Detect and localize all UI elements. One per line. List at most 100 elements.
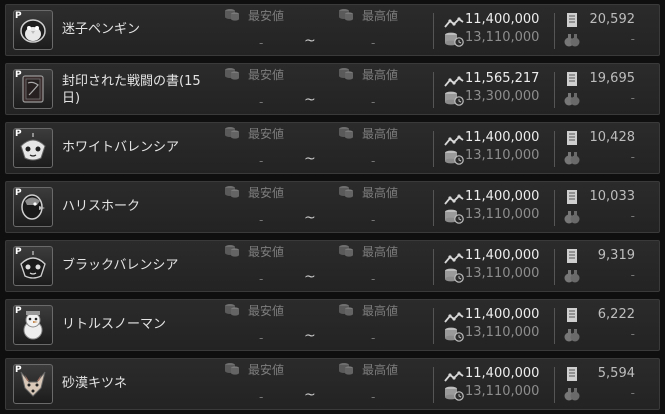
max-price-value: - (371, 331, 376, 345)
market-item-row[interactable]: P 封印された戦闘の書(15日) 最安値 - ~ 最高値 - 11,565,21… (5, 63, 660, 115)
average-price: 13,110,000 (465, 384, 540, 399)
sales-value: - (630, 268, 635, 282)
divider (554, 249, 555, 285)
listing-quantity: 10,033 (589, 189, 636, 204)
divider (433, 13, 434, 49)
coins-icon (224, 362, 240, 380)
coins-icon (338, 8, 354, 26)
coins-icon (224, 303, 240, 321)
average-price: 13,110,000 (465, 325, 540, 340)
min-price-header: 最安値 (224, 67, 284, 85)
min-price-value: - (259, 331, 264, 345)
max-price-header: 最高値 (338, 244, 398, 262)
scroll-icon (565, 189, 579, 209)
max-price-value: - (371, 213, 376, 227)
recent-price: 11,400,000 (465, 307, 540, 322)
listing-quantity: 20,592 (589, 12, 636, 27)
item-name: 迷子ペンギン (62, 22, 141, 37)
market-item-row[interactable]: P リトルスノーマン 最安値 - ~ 最高値 - 11,400,000 13,1… (5, 299, 660, 351)
max-price-value: - (371, 154, 376, 168)
market-item-row[interactable]: P ハリスホーク 最安値 - ~ 最高値 - 11,400,000 13,110… (5, 181, 660, 233)
coins-icon (224, 67, 240, 85)
divider (433, 131, 434, 167)
listing-quantity: 19,695 (589, 71, 636, 86)
divider (554, 190, 555, 226)
item-name: ブラックバレンシア (62, 258, 179, 273)
sales-value: - (630, 150, 635, 164)
divider (433, 72, 434, 108)
scroll-icon (565, 307, 579, 327)
min-price-header: 最安値 (224, 126, 284, 144)
recent-price: 11,400,000 (465, 366, 540, 381)
item-icon-frame: P (13, 364, 53, 404)
max-price-header: 最高値 (338, 185, 398, 203)
min-price-header: 最安値 (224, 303, 284, 321)
coins-icon (338, 185, 354, 203)
money-bag-icon (564, 150, 580, 169)
scroll-icon (565, 248, 579, 268)
coin-stack-clock-icon (444, 208, 464, 228)
sales-value: - (630, 91, 635, 105)
item-icon-frame: P (13, 187, 53, 227)
recent-price: 11,400,000 (465, 130, 540, 145)
item-icon-frame: P (13, 69, 53, 109)
max-price-header: 最高値 (338, 126, 398, 144)
coins-icon (338, 362, 354, 380)
item-icon-frame: P (13, 246, 53, 286)
recent-price: 11,400,000 (465, 248, 540, 263)
divider (554, 13, 555, 49)
divider (554, 131, 555, 167)
coins-icon (338, 303, 354, 321)
range-tilde: ~ (304, 210, 316, 226)
max-price-header: 最高値 (338, 8, 398, 26)
sales-value: - (630, 32, 635, 46)
divider (433, 190, 434, 226)
max-price-value: - (371, 390, 376, 404)
min-price-value: - (259, 36, 264, 50)
coins-icon (338, 126, 354, 144)
max-price-header: 最高値 (338, 362, 398, 380)
scroll-icon (565, 366, 579, 386)
recent-price: 11,565,217 (465, 71, 540, 86)
divider (433, 308, 434, 344)
range-tilde: ~ (304, 151, 316, 167)
scroll-icon (565, 130, 579, 150)
min-price-header: 最安値 (224, 185, 284, 203)
item-icon-frame: P (13, 10, 53, 50)
coins-icon (224, 185, 240, 203)
average-price: 13,110,000 (465, 30, 540, 45)
coin-stack-clock-icon (444, 31, 464, 51)
min-price-header: 最安値 (224, 8, 284, 26)
market-item-row[interactable]: P 砂漠キツネ 最安値 - ~ 最高値 - 11,400,000 13,110,… (5, 358, 660, 410)
divider (554, 72, 555, 108)
market-item-row[interactable]: P 迷子ペンギン 最安値 - ~ 最高値 - 11,400,000 13,110… (5, 4, 660, 56)
coins-icon (224, 126, 240, 144)
average-price: 13,300,000 (465, 89, 540, 104)
item-name: ハリスホーク (62, 199, 141, 214)
divider (433, 367, 434, 403)
min-price-value: - (259, 95, 264, 109)
coin-stack-clock-icon (444, 90, 464, 110)
item-icon-frame: P (13, 128, 53, 168)
coins-icon (338, 67, 354, 85)
average-price: 13,110,000 (465, 148, 540, 163)
money-bag-icon (564, 32, 580, 51)
coin-stack-clock-icon (444, 385, 464, 405)
coins-icon (338, 244, 354, 262)
market-item-row[interactable]: P ホワイトバレンシア 最安値 - ~ 最高値 - 11,400,000 13,… (5, 122, 660, 174)
listing-quantity: 6,222 (597, 307, 635, 322)
item-name: 砂漠キツネ (62, 376, 128, 391)
coins-icon (224, 244, 240, 262)
sales-value: - (630, 327, 635, 341)
listing-quantity: 10,428 (589, 130, 636, 145)
recent-price: 11,400,000 (465, 189, 540, 204)
max-price-header: 最高値 (338, 303, 398, 321)
divider (554, 308, 555, 344)
market-item-row[interactable]: P ブラックバレンシア 最安値 - ~ 最高値 - 11,400,000 13,… (5, 240, 660, 292)
money-bag-icon (564, 91, 580, 110)
recent-price: 11,400,000 (465, 12, 540, 27)
min-price-value: - (259, 213, 264, 227)
min-price-value: - (259, 390, 264, 404)
min-price-header: 最安値 (224, 362, 284, 380)
item-name: リトルスノーマン (62, 317, 167, 332)
